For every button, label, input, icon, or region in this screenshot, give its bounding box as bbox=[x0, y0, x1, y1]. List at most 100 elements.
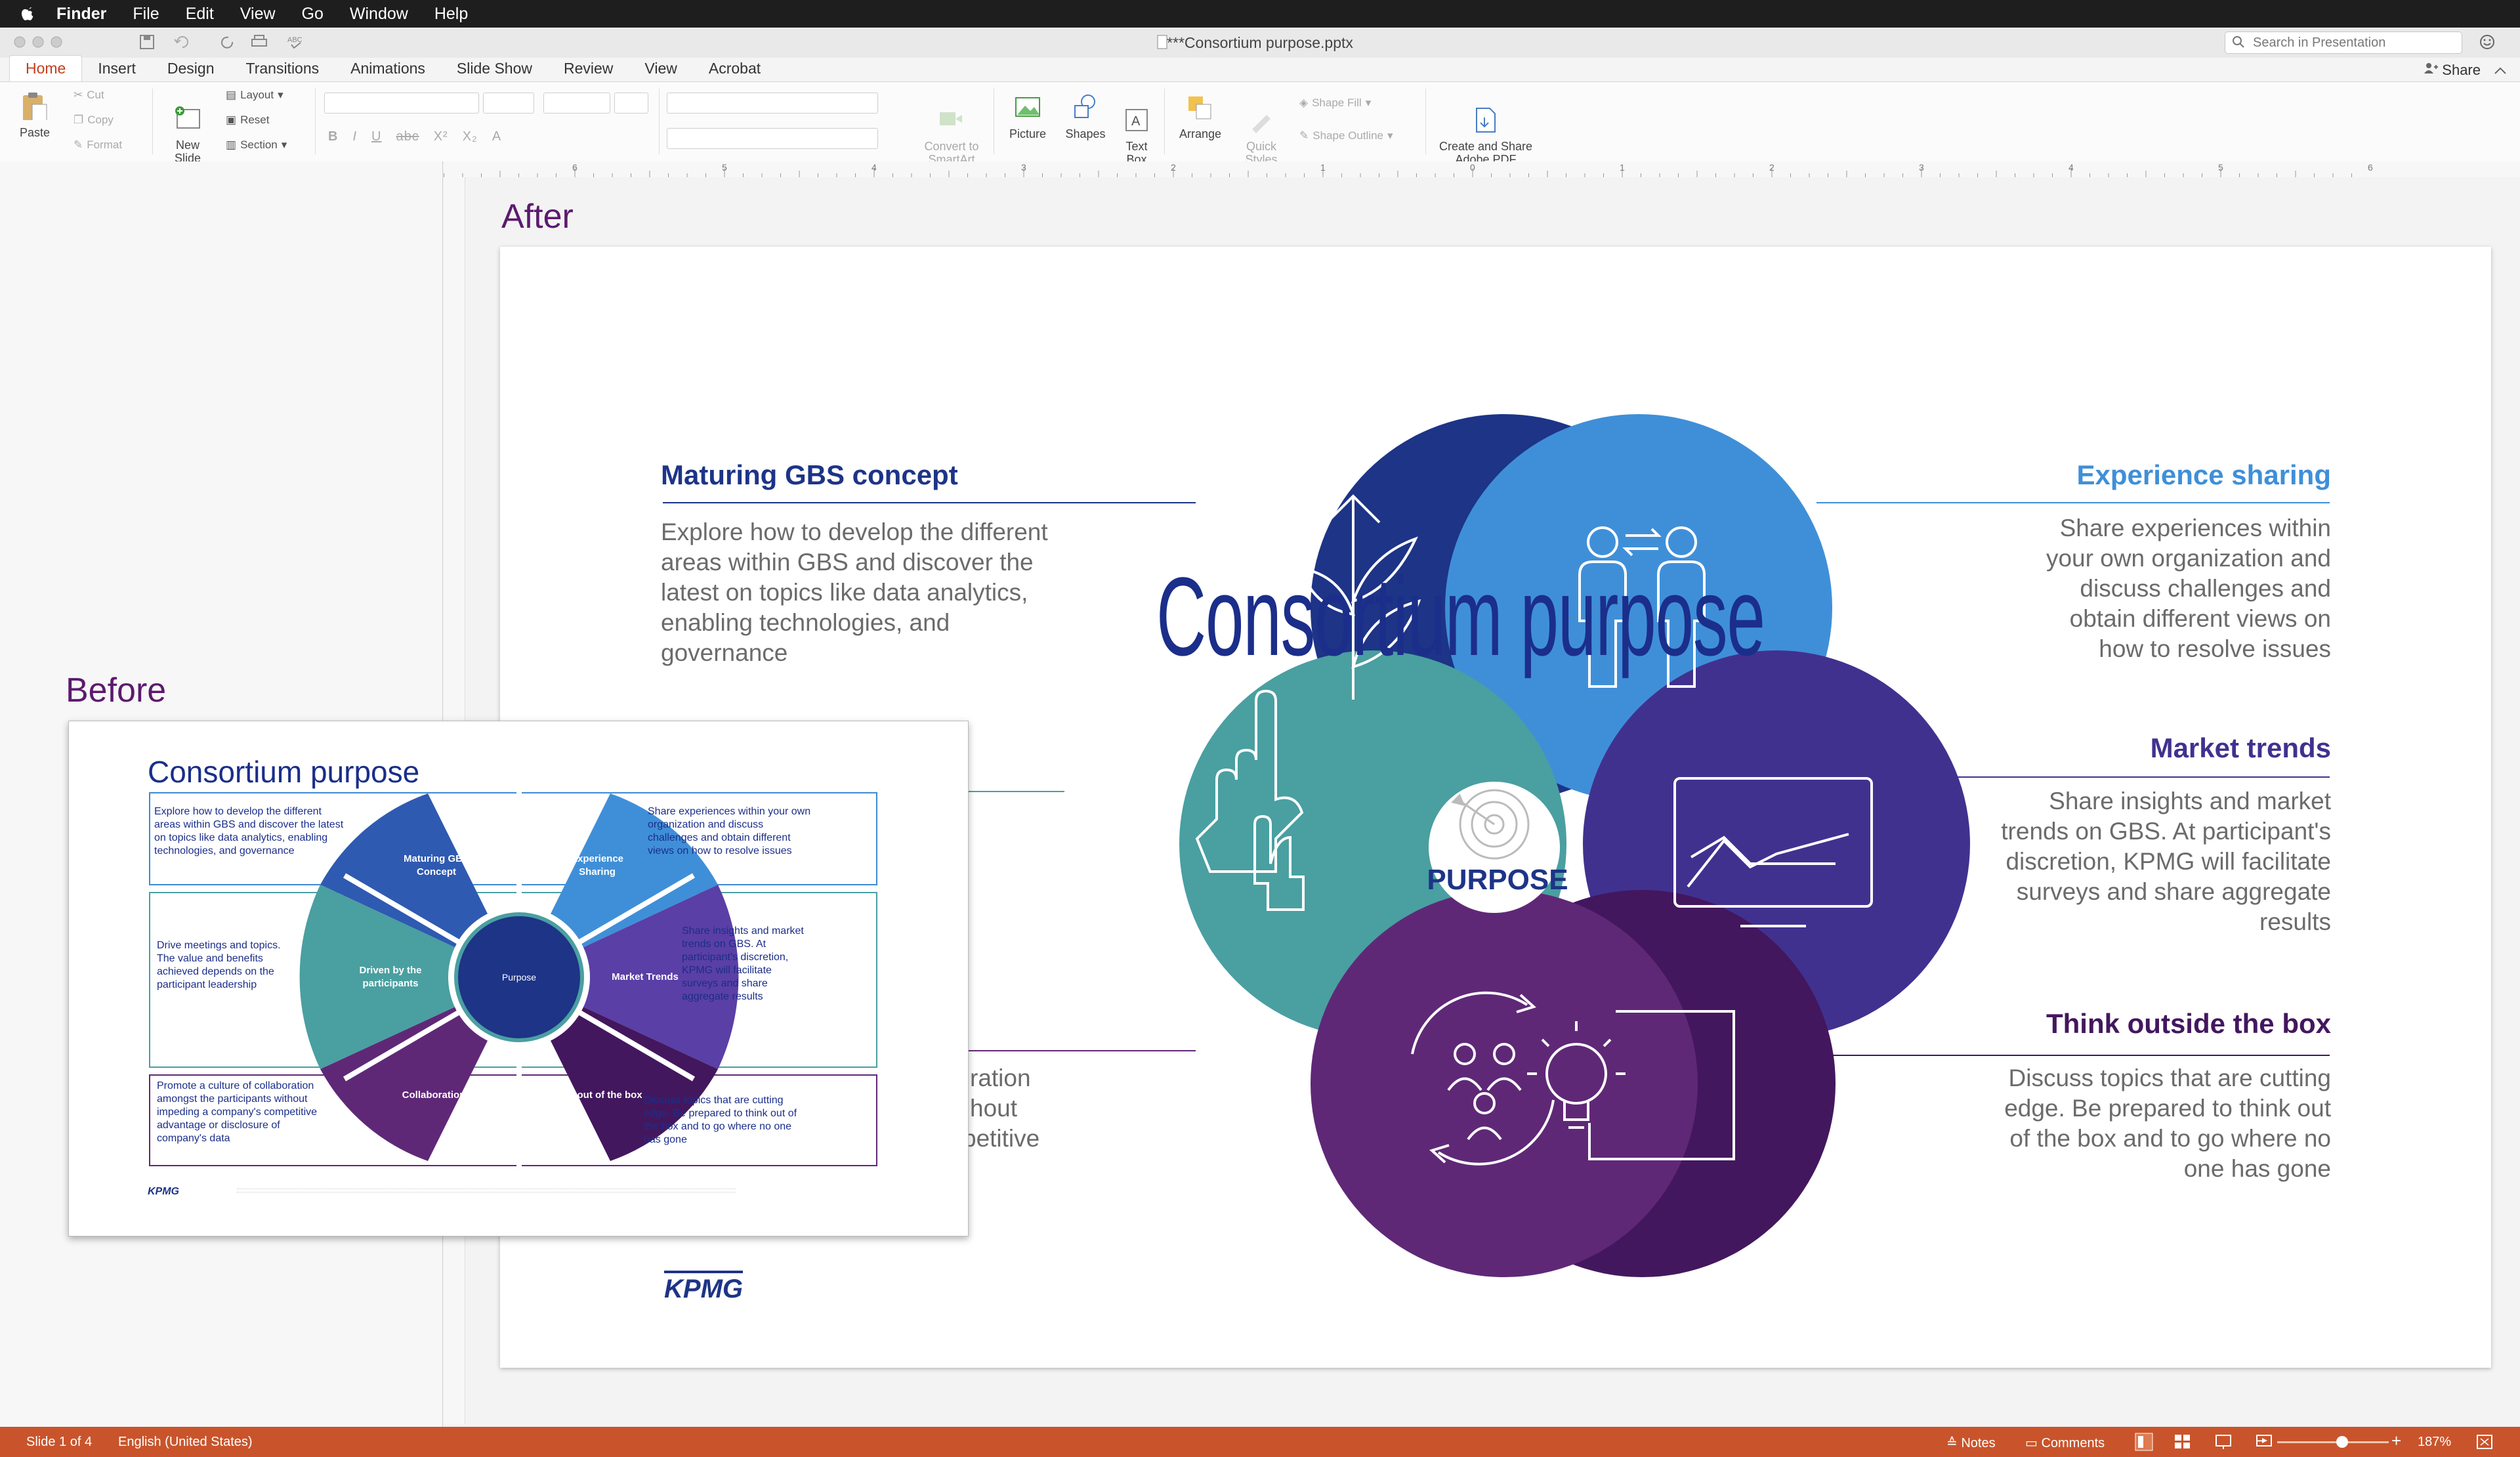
zoom-level[interactable]: 187% bbox=[2418, 1435, 2451, 1450]
scissors-icon: ✂ bbox=[74, 89, 83, 101]
tab-review[interactable]: Review bbox=[548, 60, 629, 81]
text-collab-fragment-3[interactable]: petitive bbox=[963, 1124, 1040, 1154]
notes-button[interactable]: ≙ Notes bbox=[1946, 1435, 1996, 1451]
text-experience[interactable]: Share experiences within your own organi… bbox=[2023, 513, 2331, 664]
format-painter-button[interactable]: ✎ Format bbox=[74, 138, 122, 152]
before-center-label: Purpose bbox=[501, 972, 537, 982]
apple-icon[interactable] bbox=[18, 4, 38, 24]
pdf-icon bbox=[1476, 108, 1496, 133]
text-market[interactable]: Share insights and market trends on GBS.… bbox=[1990, 786, 2331, 937]
new-slide-icon bbox=[175, 106, 200, 129]
zoom-slider-track[interactable] bbox=[2277, 1441, 2389, 1443]
font-color-icon[interactable]: A bbox=[492, 129, 501, 144]
ribbon-divider bbox=[1164, 89, 1165, 154]
shapes-button[interactable]: Shapes bbox=[1059, 93, 1112, 141]
menu-help[interactable]: Help bbox=[434, 5, 468, 24]
brush-icon: ✎ bbox=[74, 138, 83, 151]
pen-icon: ✎ bbox=[1299, 129, 1309, 142]
zoom-minus-icon[interactable]: − bbox=[2256, 1431, 2266, 1451]
tab-view[interactable]: View bbox=[629, 60, 692, 81]
copy-button[interactable]: ❐ Copy bbox=[74, 114, 114, 127]
italic-icon[interactable]: I bbox=[352, 129, 357, 144]
strikethrough-icon[interactable]: abc bbox=[396, 129, 419, 144]
text-maturing[interactable]: Explore how to develop the different are… bbox=[661, 517, 1074, 668]
heading-maturing[interactable]: Maturing GBS concept bbox=[661, 459, 958, 491]
shape-fill-button[interactable]: ◈ Shape Fill ▾ bbox=[1299, 96, 1371, 110]
reset-button[interactable]: ▣ Reset bbox=[226, 114, 269, 127]
menu-app-name[interactable]: Finder bbox=[56, 5, 106, 24]
reset-icon: ▣ bbox=[226, 114, 237, 126]
tab-design[interactable]: Design bbox=[152, 60, 230, 81]
slide-title[interactable]: Consortium purpose bbox=[1156, 553, 1765, 681]
menu-edit[interactable]: Edit bbox=[186, 5, 214, 24]
text-format-buttons[interactable]: B I Uabc X² X₂ A bbox=[328, 129, 501, 144]
subscript-icon[interactable]: X₂ bbox=[463, 129, 478, 144]
language-indicator[interactable]: English (United States) bbox=[118, 1435, 253, 1450]
ruler-label: 5 bbox=[2218, 162, 2223, 173]
reading-view-icon[interactable] bbox=[2214, 1433, 2233, 1450]
slide-sorter-icon[interactable] bbox=[2174, 1433, 2192, 1450]
list-buttons[interactable] bbox=[667, 93, 878, 114]
smiley-feedback-icon[interactable] bbox=[2478, 33, 2504, 51]
text-think[interactable]: Discuss topics that are cutting edge. Be… bbox=[1990, 1063, 2331, 1184]
horizontal-ruler[interactable]: 6 5 4 3 2 1 0 1 2 3 4 5 6 bbox=[444, 161, 2520, 178]
menu-go[interactable]: Go bbox=[302, 5, 324, 24]
purpose-label[interactable]: PURPOSE bbox=[1425, 864, 1570, 897]
chevron-down-icon: ▾ bbox=[1387, 129, 1393, 142]
before-text-driven: Drive meetings and topics. The value and… bbox=[157, 940, 281, 990]
tab-slide-show[interactable]: Slide Show bbox=[441, 60, 548, 81]
paste-button[interactable]: Paste bbox=[13, 91, 56, 140]
text-collab-fragment-1[interactable]: ration bbox=[970, 1063, 1031, 1093]
zoom-slider-thumb[interactable] bbox=[2336, 1436, 2348, 1448]
tab-animations[interactable]: Animations bbox=[335, 60, 441, 81]
section-icon: ▥ bbox=[226, 138, 237, 151]
circle-collab[interactable] bbox=[1311, 890, 1698, 1277]
underline-icon[interactable]: U bbox=[371, 129, 381, 144]
collapse-ribbon-icon[interactable] bbox=[2491, 63, 2511, 79]
shape-outline-button[interactable]: ✎ Shape Outline ▾ bbox=[1299, 129, 1393, 142]
menu-view[interactable]: View bbox=[240, 5, 276, 24]
before-text-collab: Promote a culture of collaboration among… bbox=[157, 1080, 318, 1144]
section-button[interactable]: ▥ Section ▾ bbox=[226, 138, 287, 152]
ruler-label: 3 bbox=[1919, 162, 1924, 173]
ruler-label: 4 bbox=[872, 162, 877, 173]
clipboard-icon bbox=[23, 93, 47, 122]
cut-button[interactable]: ✂ Cut bbox=[74, 89, 104, 102]
tab-acrobat[interactable]: Acrobat bbox=[693, 60, 776, 81]
before-text-think: Discuss topics that are cutting edge. Be… bbox=[644, 1095, 797, 1145]
heading-market[interactable]: Market trends bbox=[2151, 732, 2331, 764]
zoom-plus-icon[interactable]: + bbox=[2391, 1431, 2401, 1451]
fit-to-window-icon[interactable] bbox=[2475, 1433, 2494, 1450]
superscript-icon[interactable]: X² bbox=[434, 129, 448, 144]
heading-think[interactable]: Think outside the box bbox=[2046, 1008, 2331, 1040]
font-size-select[interactable] bbox=[483, 93, 534, 114]
ruler-label: 1 bbox=[1320, 162, 1326, 173]
heading-experience[interactable]: Experience sharing bbox=[2077, 459, 2332, 491]
menu-file[interactable]: File bbox=[133, 5, 159, 24]
ruler-label: 1 bbox=[1620, 162, 1625, 173]
share-button[interactable]: Share bbox=[2424, 62, 2481, 79]
shape-fill-label: Shape Fill bbox=[1312, 96, 1362, 109]
slide-before[interactable]: Consortium purpose Purpose Maturing GBS … bbox=[68, 721, 969, 1236]
menu-window[interactable]: Window bbox=[350, 5, 408, 24]
comments-button[interactable]: ▭ Comments bbox=[2025, 1435, 2105, 1451]
paste-label: Paste bbox=[19, 126, 51, 139]
tab-transitions[interactable]: Transitions bbox=[230, 60, 335, 81]
font-grow-shrink[interactable] bbox=[543, 93, 610, 114]
bold-icon[interactable]: B bbox=[328, 129, 338, 144]
search-input[interactable]: Search in Presentation bbox=[2225, 32, 2462, 54]
layout-button[interactable]: ▤ Layout ▾ bbox=[226, 89, 284, 102]
font-name-select[interactable] bbox=[324, 93, 479, 114]
text-collab-fragment-2[interactable]: hout bbox=[970, 1093, 1017, 1124]
before-kpmg-logo: KPMG bbox=[148, 1186, 179, 1197]
status-bar: Slide 1 of 4 English (United States) ≙ N… bbox=[0, 1427, 2520, 1457]
arrange-button[interactable]: Arrange bbox=[1172, 93, 1228, 141]
layout-label: Layout bbox=[240, 89, 274, 101]
clear-format-button[interactable] bbox=[614, 93, 648, 114]
normal-view-icon[interactable] bbox=[2134, 1432, 2154, 1452]
tab-insert[interactable]: Insert bbox=[82, 60, 152, 81]
picture-button[interactable]: Picture bbox=[1001, 93, 1054, 141]
alignment-buttons[interactable] bbox=[667, 128, 878, 149]
search-placeholder: Search in Presentation bbox=[2253, 35, 2386, 50]
tab-home[interactable]: Home bbox=[9, 55, 83, 81]
